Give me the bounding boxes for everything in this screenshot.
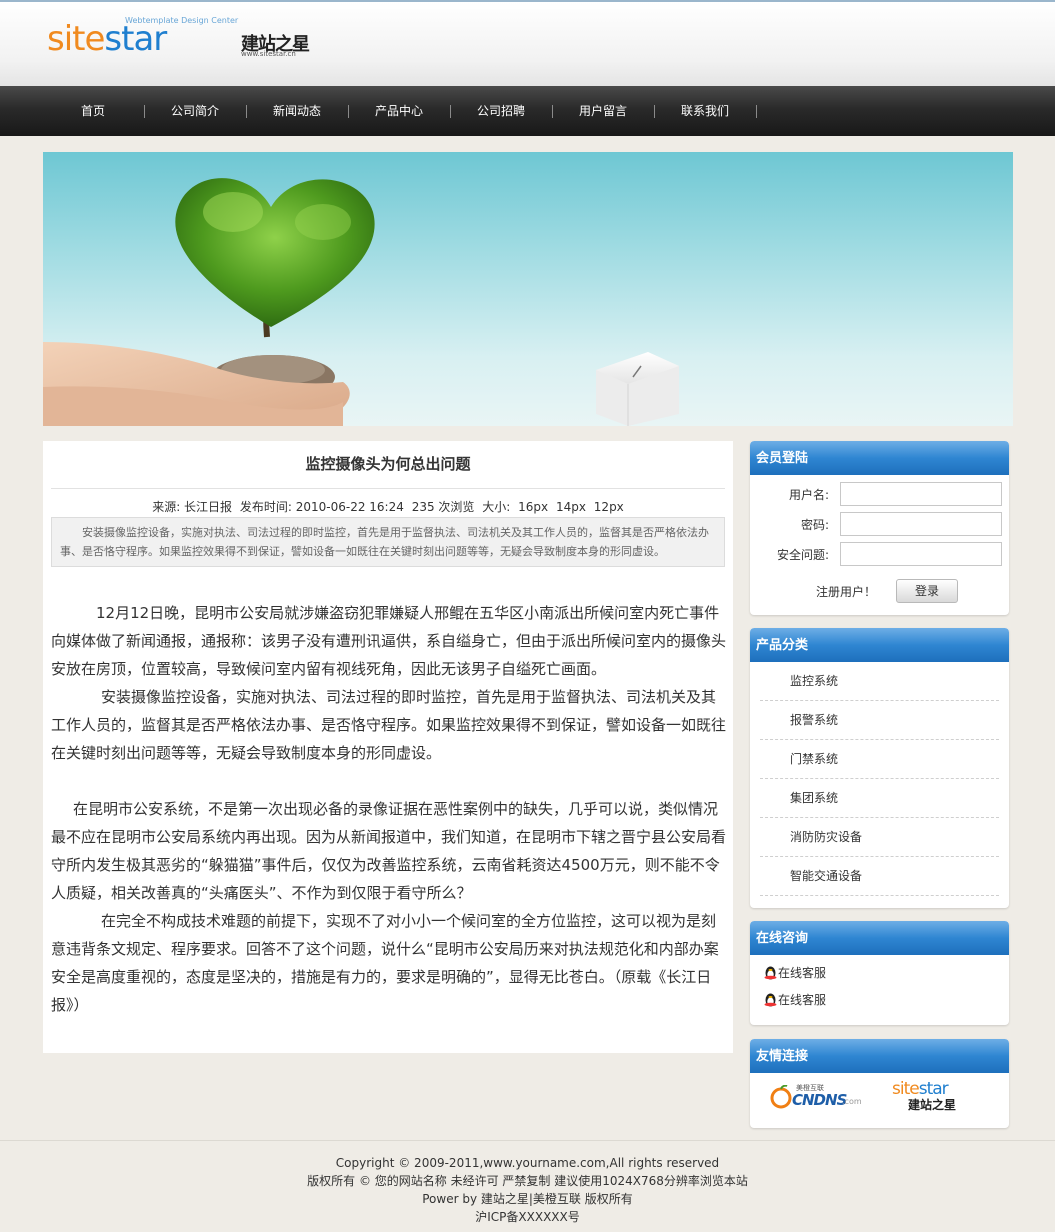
category-item[interactable]: 消防防灾设备 bbox=[760, 818, 999, 857]
font-size-12[interactable]: 12px bbox=[594, 500, 624, 514]
banner-illustration bbox=[43, 178, 679, 426]
qq-penguin-icon bbox=[764, 966, 777, 980]
article-summary: 安装摄像监控设备，实施对执法、司法过程的即时监控，首先是用于监督执法、司法机关及… bbox=[51, 517, 725, 567]
nav-news[interactable]: 新闻动态 bbox=[246, 86, 348, 136]
register-link[interactable]: 注册用户！ bbox=[816, 583, 876, 600]
login-button[interactable]: 登录 bbox=[896, 579, 958, 603]
username-label: 用户名: bbox=[788, 488, 829, 502]
site-logo[interactable]: Webtemplate Design Center sitestar 建站之星 … bbox=[47, 16, 327, 62]
article-paragraph: 安装摄像监控设备，实施对执法、司法过程的即时监控，首先是用于监督执法、司法机关及… bbox=[51, 688, 727, 762]
question-row: 安全问题: bbox=[750, 542, 1009, 566]
nav-contact[interactable]: 联系我们 bbox=[654, 86, 756, 136]
article-title: 监控摄像头为何总出问题 bbox=[305, 455, 471, 473]
login-box: 会员登陆 用户名: 密码: 安全问题: 注册用户！ 登录 bbox=[750, 441, 1009, 615]
nav-products[interactable]: 产品中心 bbox=[348, 86, 450, 136]
category-item[interactable]: 智能交通设备 bbox=[760, 857, 999, 896]
article-source: 来源: 长江日报 bbox=[152, 500, 233, 514]
article-paragraph: 12月12日晚，昆明市公安局就涉嫌盗窃犯罪嫌疑人邢鲲在五华区小南派出所候问室内死… bbox=[51, 604, 727, 678]
cndns-domain-suffix: .com bbox=[842, 1097, 862, 1106]
nav-separator bbox=[756, 105, 757, 118]
qq-penguin-icon bbox=[764, 993, 777, 1007]
hero-banner bbox=[43, 152, 1013, 426]
category-item[interactable]: 监控系统 bbox=[760, 662, 999, 701]
category-item[interactable]: 报警系统 bbox=[760, 701, 999, 740]
category-item[interactable]: 门禁系统 bbox=[760, 740, 999, 779]
product-categories: 产品分类 监控系统 报警系统 门禁系统 集团系统 消防防灾设备 智能交通设备 bbox=[750, 628, 1009, 908]
font-size-16[interactable]: 16px bbox=[518, 500, 548, 514]
friend-links: 友情连接 美橙互联 CNDNS .com sitestar 建站之星 bbox=[750, 1039, 1009, 1128]
font-size-label: 大小: bbox=[482, 500, 511, 514]
font-size-14[interactable]: 14px bbox=[556, 500, 586, 514]
nav-home[interactable]: 首页 bbox=[42, 86, 144, 136]
article-meta: 来源: 长江日报 发布时间: 2010-06-22 16:24 235 次浏览 … bbox=[43, 498, 733, 515]
consult-title: 在线咨询 bbox=[750, 921, 1009, 955]
footer-powered-by: Power by 建站之星|美橙互联 版权所有 bbox=[422, 1192, 633, 1206]
category-item[interactable]: 集团系统 bbox=[760, 779, 999, 818]
username-input[interactable] bbox=[840, 482, 1002, 506]
password-label: 密码: bbox=[800, 518, 829, 532]
article-paragraph: 在昆明市公安系统，不是第一次出现必备的录像证据在恶性案例中的缺失，几乎可以说，类… bbox=[51, 800, 727, 902]
username-row: 用户名: bbox=[750, 482, 1009, 506]
logo-url: www.sitestar.cn bbox=[241, 50, 296, 58]
sitestar-chinese: 建站之星 bbox=[908, 1098, 957, 1112]
sitestar-link-logo[interactable]: sitestar 建站之星 bbox=[892, 1079, 982, 1115]
article-paragraph: 在完全不构成技术难题的前提下，实现不了对小小一个候问室的全方位监控，这可以视为是… bbox=[51, 912, 719, 1014]
nav-guestbook[interactable]: 用户留言 bbox=[552, 86, 654, 136]
footer-copyright: Copyright © 2009-2011,www.yourname.com,A… bbox=[335, 1156, 720, 1170]
login-title: 会员登陆 bbox=[750, 441, 1009, 475]
consult-label: 在线客服 bbox=[778, 966, 827, 980]
footer-divider bbox=[0, 1140, 1055, 1141]
article-panel: 监控摄像头为何总出问题 来源: 长江日报 发布时间: 2010-06-22 16… bbox=[43, 441, 733, 1053]
password-row: 密码: bbox=[750, 512, 1009, 536]
orange-icon bbox=[770, 1085, 792, 1109]
consult-link[interactable]: 在线客服 bbox=[764, 964, 826, 981]
security-question-label: 安全问题: bbox=[776, 548, 829, 562]
article-publish-time: 发布时间: 2010-06-22 16:24 bbox=[239, 500, 404, 514]
category-list: 监控系统 报警系统 门禁系统 集团系统 消防防灾设备 智能交通设备 bbox=[750, 662, 1009, 896]
consult-label: 在线客服 bbox=[778, 993, 827, 1007]
nav-jobs[interactable]: 公司招聘 bbox=[450, 86, 552, 136]
main-nav: 首页 公司简介 新闻动态 产品中心 公司招聘 用户留言 联系我们 bbox=[0, 86, 1055, 136]
consult-link[interactable]: 在线客服 bbox=[764, 991, 826, 1008]
cndns-link-logo[interactable]: 美橙互联 CNDNS .com bbox=[770, 1083, 862, 1113]
title-divider bbox=[51, 488, 725, 489]
article-body: 12月12日晚，昆明市公安局就涉嫌盗窃犯罪嫌疑人邢鲲在五华区小南派出所候问室内死… bbox=[51, 599, 727, 1019]
categories-title: 产品分类 bbox=[750, 628, 1009, 662]
logo-wordmark: sitestar bbox=[47, 19, 167, 59]
online-consult: 在线咨询 在线客服 在线客服 bbox=[750, 921, 1009, 1025]
footer-icp: 沪ICP备XXXXXX号 bbox=[475, 1210, 580, 1224]
security-question-input[interactable] bbox=[840, 542, 1002, 566]
paragraph-spacer bbox=[51, 767, 727, 795]
cndns-wordmark: CNDNS bbox=[792, 1091, 847, 1109]
site-footer: Copyright © 2009-2011,www.yourname.com,A… bbox=[0, 1154, 1055, 1226]
nav-about[interactable]: 公司简介 bbox=[144, 86, 246, 136]
site-header: Webtemplate Design Center sitestar 建站之星 … bbox=[0, 2, 1055, 86]
password-input[interactable] bbox=[840, 512, 1002, 536]
article-views: 235 次浏览 bbox=[411, 500, 475, 514]
links-title: 友情连接 bbox=[750, 1039, 1009, 1073]
footer-rights: 版权所有 © 您的网站名称 未经许可 严禁复制 建议使用1024X768分辨率浏… bbox=[307, 1174, 748, 1188]
